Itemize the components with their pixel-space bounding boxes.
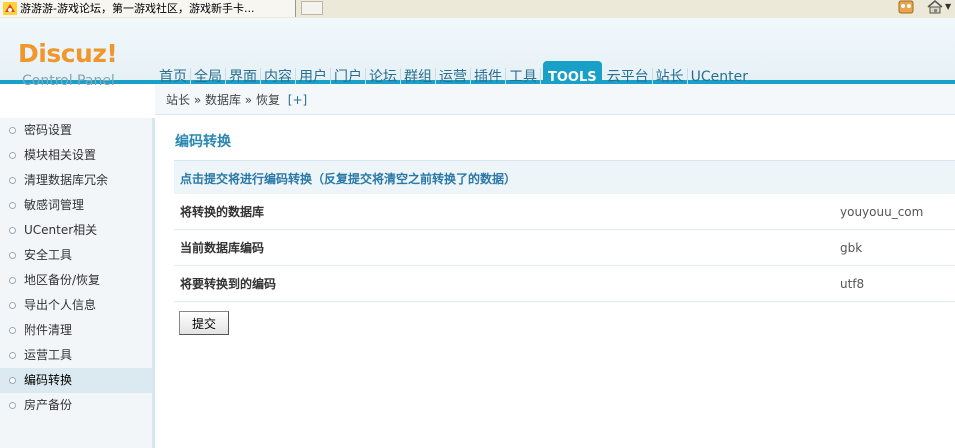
notice-text: 点击提交将进行编码转换（反复提交将清空之前转换了的数据） bbox=[180, 172, 517, 186]
favicon-icon bbox=[3, 2, 17, 15]
sidebar-item[interactable]: 密码设置 bbox=[0, 118, 152, 143]
breadcrumb-text: 站长 » 数据库 » 恢复 bbox=[166, 93, 280, 107]
sidebar-item[interactable]: 运营工具 bbox=[0, 343, 152, 368]
sidebar-item[interactable]: 敏感词管理 bbox=[0, 193, 152, 218]
bullet-icon bbox=[9, 302, 16, 309]
sidebar-item-label: 安全工具 bbox=[24, 248, 73, 262]
home-icon[interactable] bbox=[926, 0, 944, 14]
bullet-icon bbox=[9, 327, 16, 334]
chevron-down-icon[interactable]: ▼ bbox=[945, 0, 955, 14]
form-label: 将要转换到的编码 bbox=[180, 277, 277, 291]
main-content: 编码转换 点击提交将进行编码转换（反复提交将清空之前转换了的数据） 将转换的数据… bbox=[174, 118, 955, 448]
sidebar-item[interactable]: 编码转换 bbox=[0, 368, 152, 393]
form-value: youyouu_com bbox=[840, 205, 924, 219]
browser-tab-title: 游游游-游戏论坛，第一游戏社区，游戏新手卡... bbox=[20, 2, 255, 15]
submit-button[interactable]: 提交 bbox=[179, 311, 229, 335]
sidebar-item-label: 地区备份/恢复 bbox=[24, 273, 101, 287]
sidebar-item-label: 清理数据库冗余 bbox=[24, 173, 109, 187]
form-label: 将转换的数据库 bbox=[180, 205, 265, 219]
sidebar-item-label: 附件清理 bbox=[24, 323, 73, 337]
sidebar-item-label: 编码转换 bbox=[24, 373, 73, 387]
notice-banner: 点击提交将进行编码转换（反复提交将清空之前转换了的数据） bbox=[174, 160, 955, 194]
form-row-database: 将转换的数据库 youyouu_com bbox=[174, 194, 955, 230]
form-row-current-encoding: 当前数据库编码 gbk bbox=[174, 230, 955, 266]
bullet-icon bbox=[9, 227, 16, 234]
form-value: utf8 bbox=[840, 277, 865, 291]
bullet-icon bbox=[9, 202, 16, 209]
sidebar: 密码设置模块相关设置 清理数据库冗余 敏感词管理 UCenter相关 安全工具地区备份/… bbox=[0, 118, 155, 448]
sidebar-item[interactable]: UCenter相关 bbox=[0, 218, 152, 243]
sidebar-item[interactable]: 地区备份/恢复 bbox=[0, 268, 152, 293]
sidebar-item[interactable]: 房产备份 bbox=[0, 393, 152, 418]
sidebar-item[interactable]: 附件清理 bbox=[0, 318, 152, 343]
sidebar-item-label: UCenter相关 bbox=[24, 223, 98, 237]
bullet-icon bbox=[9, 402, 16, 409]
page-title: 编码转换 bbox=[175, 134, 231, 150]
bullet-icon bbox=[9, 177, 16, 184]
bullet-icon bbox=[9, 152, 16, 159]
breadcrumb: 站长 » 数据库 » 恢复 [+] bbox=[166, 91, 307, 108]
sidebar-item-label: 敏感词管理 bbox=[24, 198, 85, 212]
sidebar-item-label: 房产备份 bbox=[24, 398, 73, 412]
sidebar-item-label: 模块相关设置 bbox=[24, 148, 97, 162]
bullet-icon bbox=[9, 277, 16, 284]
header: Discuz! Control Panel 首页 全局 界面 内容 用户 门户 论坛 群组 运营… bbox=[0, 18, 955, 93]
new-tab-button[interactable] bbox=[301, 1, 323, 15]
logo[interactable]: Discuz! bbox=[18, 39, 118, 69]
browser-tab-bar: 游游游-游戏论坛，第一游戏社区，游戏新手卡... ▼ bbox=[0, 0, 955, 19]
breadcrumb-bar: 站长 » 数据库 » 恢复 [+] bbox=[155, 84, 955, 115]
form-label: 当前数据库编码 bbox=[180, 241, 265, 255]
feed-icon[interactable] bbox=[898, 0, 914, 14]
sidebar-item[interactable]: 安全工具 bbox=[0, 243, 152, 268]
sidebar-item[interactable]: 导出个人信息 bbox=[0, 293, 152, 318]
form-value: gbk bbox=[840, 241, 863, 255]
sidebar-item[interactable]: 清理数据库冗余 bbox=[0, 168, 152, 193]
bullet-icon bbox=[9, 377, 16, 384]
bullet-icon bbox=[9, 252, 16, 259]
bullet-icon bbox=[9, 127, 16, 134]
sidebar-item-label: 密码设置 bbox=[24, 123, 73, 137]
browser-tab[interactable]: 游游游-游戏论坛，第一游戏社区，游戏新手卡... bbox=[0, 0, 296, 17]
add-shortcut-link[interactable]: [+] bbox=[288, 93, 307, 107]
form-row-target-encoding: 将要转换到的编码 utf8 bbox=[174, 266, 955, 302]
logo-subtitle: Control Panel bbox=[22, 73, 115, 89]
bullet-icon bbox=[9, 352, 16, 359]
sidebar-item[interactable]: 模块相关设置 bbox=[0, 143, 152, 168]
sidebar-item-label: 运营工具 bbox=[24, 348, 73, 362]
sidebar-item-label: 导出个人信息 bbox=[24, 298, 97, 312]
